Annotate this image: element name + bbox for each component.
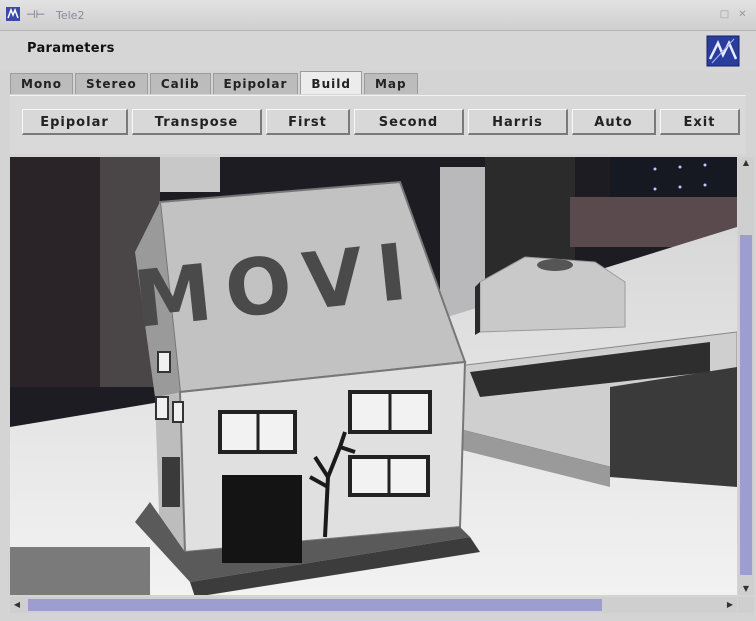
transpose-button[interactable]: Transpose	[132, 109, 262, 135]
scroll-up-icon[interactable]: ▲	[738, 157, 754, 169]
horizontal-scrollbar[interactable]: ◀ ▶	[10, 597, 737, 613]
exit-button[interactable]: Exit	[660, 109, 740, 135]
parameters-label: Parameters	[27, 41, 115, 56]
first-button[interactable]: First	[266, 109, 350, 135]
minimize-icon[interactable]: □	[719, 9, 730, 20]
second-button[interactable]: Second	[354, 109, 464, 135]
auto-button[interactable]: Auto	[572, 109, 656, 135]
vertical-scroll-thumb[interactable]	[740, 235, 752, 575]
title-bar: ⊣⊢ Tele2 □ ✕	[0, 0, 756, 31]
pin-icon[interactable]: ⊣⊢	[26, 8, 45, 21]
toolbar: Epipolar Transpose First Second Harris A…	[22, 109, 744, 135]
scroll-left-icon[interactable]: ◀	[10, 597, 24, 613]
camera-image: MOVI	[10, 157, 737, 595]
scroll-down-icon[interactable]: ▼	[738, 583, 754, 595]
window-title: Tele2	[56, 9, 85, 22]
tab-map[interactable]: Map	[363, 73, 418, 94]
tab-epipolar[interactable]: Epipolar	[212, 73, 299, 94]
tab-build[interactable]: Build	[300, 71, 362, 94]
harris-button[interactable]: Harris	[468, 109, 568, 135]
tab-bar: Mono Stereo Calib Epipolar Build Map	[10, 71, 420, 95]
tab-calib[interactable]: Calib	[149, 73, 211, 94]
app-icon[interactable]	[6, 7, 20, 21]
close-icon[interactable]: ✕	[737, 9, 748, 20]
horizontal-scroll-thumb[interactable]	[28, 599, 602, 611]
epipolar-button[interactable]: Epipolar	[22, 109, 128, 135]
movi-logo-icon	[706, 35, 740, 67]
scroll-corner	[738, 597, 754, 613]
parameters-bar: Parameters	[0, 31, 756, 71]
vertical-scrollbar[interactable]: ▲ ▼	[738, 157, 754, 595]
image-viewport[interactable]: MOVI	[10, 157, 737, 595]
scroll-right-icon[interactable]: ▶	[723, 597, 737, 613]
tab-mono[interactable]: Mono	[10, 73, 73, 94]
tab-stereo[interactable]: Stereo	[74, 73, 148, 94]
